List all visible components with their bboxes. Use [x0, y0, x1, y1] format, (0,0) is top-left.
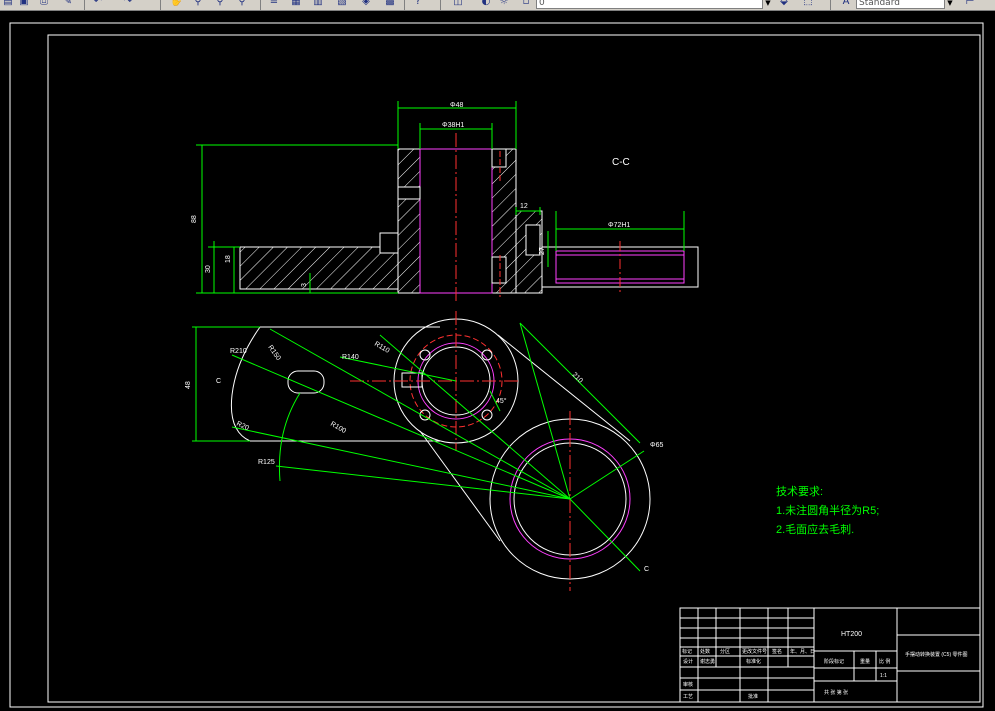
design-center-icon[interactable]: ▦	[290, 0, 302, 7]
markup-icon[interactable]: ◈	[360, 0, 372, 7]
layer-dropdown[interactable]: 0	[536, 0, 772, 9]
designer-name: 谢志勇	[700, 658, 715, 665]
dim-r-100: R100	[329, 421, 347, 435]
redo-icon[interactable]: ↷	[122, 0, 134, 7]
layer-value: 0	[539, 0, 545, 8]
dim-r-110: R110	[373, 341, 391, 355]
row-sign: 签名	[772, 648, 782, 655]
open-icon[interactable]: ▤	[2, 0, 14, 7]
help-icon[interactable]: ?	[412, 0, 424, 7]
dim-h-30: 30	[205, 265, 212, 273]
layer-state-icon[interactable]: ◐	[480, 0, 492, 7]
properties-icon[interactable]: ≡	[268, 0, 280, 7]
dim-h-18: 18	[225, 255, 232, 263]
process-label: 工艺	[683, 694, 693, 700]
chevron-down-icon[interactable]: ▼	[762, 0, 773, 9]
toolbar-separator	[440, 0, 441, 10]
drawing-canvas[interactable]: Φ48 Φ38H1 Φ72H1 88 30 18 3 12 27 C-C 48 …	[0, 11, 995, 711]
stage-label: 阶段标记	[824, 658, 844, 665]
chevron-down-icon[interactable]: ▼	[944, 0, 955, 9]
dim-len-210: 210	[571, 371, 584, 384]
drawing-frame	[47, 34, 981, 703]
row-mark: 标记	[682, 648, 692, 655]
approve-label: 批准	[748, 693, 758, 700]
row-date: 年、月、日	[790, 648, 815, 655]
text-style-icon[interactable]: A	[840, 0, 852, 7]
row-change: 更改文件号	[742, 648, 767, 655]
section-label: C-C	[612, 157, 630, 168]
text-style-dropdown[interactable]: Standard	[856, 0, 954, 9]
dim-r-150: R150	[266, 344, 281, 362]
calculator-icon[interactable]: ▩	[384, 0, 396, 7]
dim-d-12: 12	[520, 203, 528, 210]
dim-w-48: 48	[185, 381, 192, 389]
toolbar: ▤ ▣ ⎙ ✎ ↶ ↷ ✋ ⚲ ⚲ ⚲ ≡ ▦ ▥ ▧ ◈ ▩ ? ◫ ◐ ☼ …	[0, 0, 995, 11]
dim-d-bore: Φ38H1	[442, 122, 464, 129]
dim-c-mark-left: C	[216, 378, 221, 385]
plan-view	[230, 311, 651, 591]
toolbar-separator	[830, 0, 831, 10]
pan-icon[interactable]: ✋	[170, 0, 182, 7]
sheet-set-icon[interactable]: ▧	[336, 0, 348, 7]
scale-label: 比 例	[879, 658, 890, 665]
layer-previous-icon[interactable]: ⬚	[802, 0, 814, 7]
dim-d-outer: Φ48	[450, 102, 463, 109]
dim-ang-45: 45°	[496, 397, 507, 405]
dim-r-125: R125	[258, 459, 275, 466]
dim-d-65: Φ65	[650, 442, 663, 449]
review-label: 审核	[683, 681, 693, 688]
dim-c-mark-right: C	[644, 566, 649, 573]
plan-dim-labels: 48 C R210 R150 R140 R110 R20 R100 R125 2…	[185, 341, 663, 573]
match-properties-icon[interactable]: ⬙	[778, 0, 790, 7]
zoom-previous-icon[interactable]: ⚲	[236, 0, 248, 7]
tool-palettes-icon[interactable]: ▥	[312, 0, 324, 7]
tech-req-2: 2.毛面应去毛刺.	[776, 522, 854, 536]
row-count: 处数	[700, 648, 710, 655]
print-icon[interactable]: ⎙	[38, 0, 50, 7]
sheet-label: 共 张 第 张	[824, 689, 848, 696]
tech-req-1: 1.未注圆角半径为R5;	[776, 503, 879, 517]
designer-label: 设计	[683, 658, 693, 665]
std-label: 标准化	[746, 658, 761, 665]
technical-requirements: 技术要求: 1.未注圆角半径为R5; 2.毛面应去毛刺.	[776, 485, 879, 536]
layer-zero-icon[interactable]: ▫	[520, 0, 532, 7]
dim-h-3: 3	[301, 283, 308, 287]
drawing-name: 手摆动转换装置 (C5) 零件图	[905, 651, 968, 658]
save-icon[interactable]: ▣	[18, 0, 30, 7]
zoom-window-icon[interactable]: ⚲	[214, 0, 226, 7]
sheet-border	[9, 22, 984, 708]
dim-style-icon[interactable]: ⊢	[964, 0, 976, 7]
plan-dimensions	[192, 322, 645, 572]
layers-icon[interactable]: ◫	[452, 0, 464, 7]
scale-value: 1:1	[880, 673, 887, 679]
toolbar-separator	[160, 0, 161, 10]
layer-lock-icon[interactable]: ☼	[498, 0, 510, 7]
toolbar-separator	[84, 0, 85, 10]
plot-icon[interactable]: ✎	[62, 0, 74, 7]
undo-icon[interactable]: ↶	[92, 0, 104, 7]
toolbar-separator	[260, 0, 261, 10]
dim-r-210: R210	[230, 348, 247, 355]
material-label: HT200	[841, 631, 862, 638]
dim-r-140: R140	[342, 354, 359, 361]
tech-req-title: 技术要求:	[776, 485, 823, 498]
zoom-realtime-icon[interactable]: ⚲	[192, 0, 204, 7]
text-style-value: Standard	[859, 0, 900, 8]
row-zone: 分区	[720, 648, 730, 655]
dim-d-slot: Φ72H1	[608, 222, 630, 229]
dim-d-27: 27	[539, 247, 546, 255]
toolbar-separator	[404, 0, 405, 10]
dim-h-total: 88	[191, 215, 198, 223]
cad-drawing: Φ48 Φ38H1 Φ72H1 88 30 18 3 12 27 C-C 48 …	[9, 22, 984, 708]
weight-label: 重量	[860, 658, 870, 665]
